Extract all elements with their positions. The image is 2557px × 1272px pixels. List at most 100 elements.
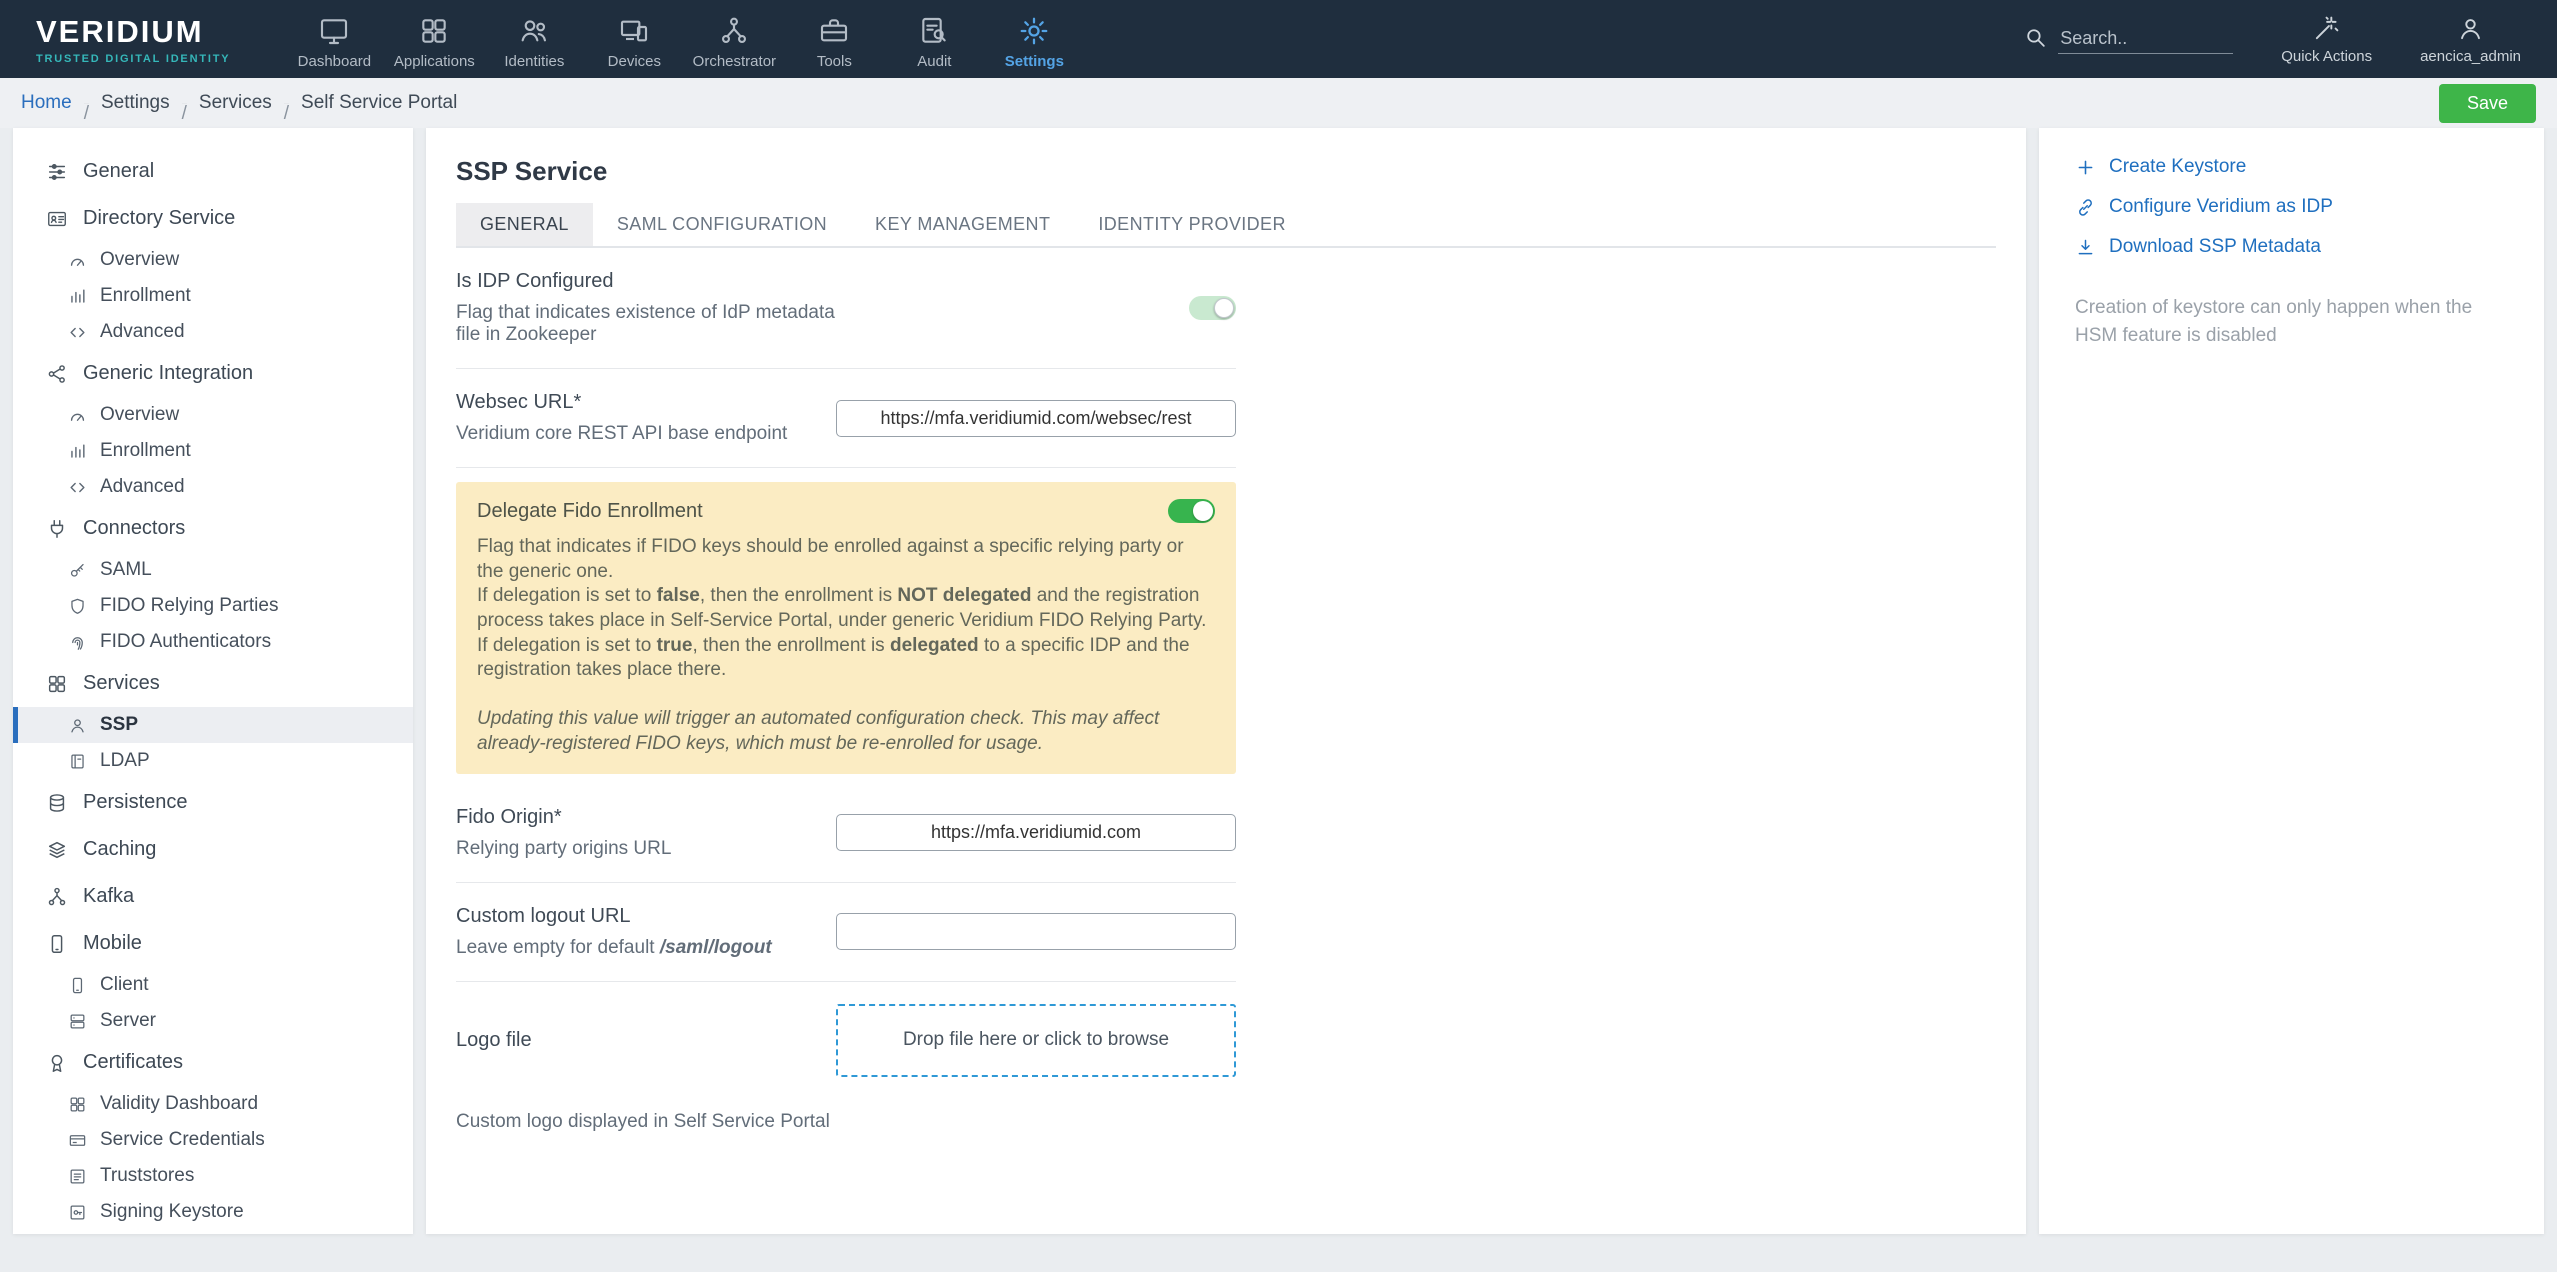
quick-actions-button[interactable]: Quick Actions: [2281, 14, 2372, 65]
sidebar-subitem-ds-advanced[interactable]: Advanced: [13, 314, 413, 350]
nav-applications[interactable]: Applications: [384, 9, 484, 70]
is-idp-configured-toggle[interactable]: [1189, 296, 1236, 320]
tab-general[interactable]: GENERAL: [456, 203, 593, 246]
delegate-fido-toggle[interactable]: [1168, 499, 1215, 523]
nav-tools[interactable]: Tools: [784, 9, 884, 70]
field-label: Is IDP Configured: [456, 270, 614, 292]
sidebar-item-services[interactable]: Services: [13, 660, 413, 707]
sidebar-label: Directory Service: [83, 207, 236, 229]
field-label: Fido Origin*: [456, 805, 562, 828]
phone-icon: [68, 976, 87, 995]
nav-label: Devices: [607, 52, 662, 70]
keystore-icon: [68, 1203, 87, 1222]
sidebar-subitem-gi-advanced[interactable]: Advanced: [13, 469, 413, 505]
sidebar-item-generic-integration[interactable]: Generic Integration: [13, 350, 413, 397]
divider: [456, 467, 1236, 468]
tab-key-management[interactable]: KEY MANAGEMENT: [851, 203, 1074, 246]
sidebar-subitem-server[interactable]: Server: [13, 1003, 413, 1039]
sidebar-item-caching[interactable]: Caching: [13, 826, 413, 873]
plus-icon: [2075, 157, 2096, 178]
breadcrumb: Home / Settings / Services / Self Servic…: [21, 92, 457, 124]
sidebar-subitem-service-credentials[interactable]: Service Credentials: [13, 1122, 413, 1158]
save-button[interactable]: Save: [2438, 83, 2536, 123]
sidebar-subitem-client[interactable]: Client: [13, 967, 413, 1003]
sidebar-label: Client: [100, 974, 149, 995]
field-is-idp-configured: Is IDP Configured Flag that indicates ex…: [456, 248, 1236, 368]
sidebar-subitem-validity-dashboard[interactable]: Validity Dashboard: [13, 1086, 413, 1122]
sidebar-subitem-signing-keystore[interactable]: Signing Keystore: [13, 1194, 413, 1230]
identities-icon: [518, 15, 550, 47]
nav-label: Dashboard: [297, 52, 372, 70]
custom-logout-url-input[interactable]: [836, 913, 1236, 950]
sidebar-item-general[interactable]: General: [13, 148, 413, 195]
fido-origin-input[interactable]: [836, 814, 1236, 851]
sidebar-item-connectors[interactable]: Connectors: [13, 505, 413, 552]
download-icon: [2075, 237, 2096, 258]
search-icon: [2023, 25, 2048, 50]
brand-logo[interactable]: VERIDIUM TRUSTED DIGITAL IDENTITY: [36, 14, 230, 65]
sidebar-label: Service Credentials: [100, 1129, 265, 1150]
action-label: Configure Veridium as IDP: [2109, 196, 2333, 217]
card-icon: [68, 1131, 87, 1150]
sidebar-subitem-fido-authenticators[interactable]: FIDO Authenticators: [13, 624, 413, 660]
nav-orchestrator[interactable]: Orchestrator: [684, 9, 784, 70]
action-label: Create Keystore: [2109, 156, 2247, 177]
share-nodes-icon: [46, 363, 68, 385]
sidebar-subitem-gi-overview[interactable]: Overview: [13, 397, 413, 433]
sidebar-label: Signing Keystore: [100, 1201, 244, 1222]
sidebar-subitem-configuration[interactable]: Configuration: [13, 1230, 413, 1234]
magic-wand-icon: [2312, 14, 2341, 43]
breadcrumb-services[interactable]: Services: [199, 92, 272, 114]
sidebar-label: SSP: [100, 714, 139, 735]
nav-settings[interactable]: Settings: [984, 9, 1084, 70]
sidebar-subitem-truststores[interactable]: Truststores: [13, 1158, 413, 1194]
sidebar-subitem-ds-overview[interactable]: Overview: [13, 242, 413, 278]
sidebar-subitem-gi-enrollment[interactable]: Enrollment: [13, 433, 413, 469]
topbar-right: Quick Actions aencica_admin: [2023, 14, 2521, 65]
breadcrumb-home[interactable]: Home: [21, 92, 72, 114]
sidebar-item-persistence[interactable]: Persistence: [13, 779, 413, 826]
user-menu[interactable]: aencica_admin: [2420, 14, 2521, 65]
sidebar-item-kafka[interactable]: Kafka: [13, 873, 413, 920]
grid-icon: [68, 1095, 87, 1114]
nav-dashboard[interactable]: Dashboard: [284, 9, 384, 70]
sidebar-subitem-ldap[interactable]: LDAP: [13, 743, 413, 779]
gear-icon: [1018, 15, 1050, 47]
sidebar-label: Caching: [83, 838, 157, 860]
tab-saml-configuration[interactable]: SAML CONFIGURATION: [593, 203, 851, 246]
websec-url-input[interactable]: [836, 399, 1236, 437]
sidebar-label: Persistence: [83, 791, 188, 813]
sidebar-item-certificates[interactable]: Certificates: [13, 1039, 413, 1086]
field-description: If delegation is set to false, then the …: [477, 585, 1207, 632]
network-icon: [46, 886, 68, 908]
breadcrumb-settings[interactable]: Settings: [101, 92, 170, 114]
download-ssp-metadata-link[interactable]: Download SSP Metadata: [2075, 236, 2508, 258]
create-keystore-link[interactable]: Create Keystore: [2075, 156, 2508, 178]
configure-veridium-as-idp-link[interactable]: Configure Veridium as IDP: [2075, 196, 2508, 218]
sidebar-subitem-saml[interactable]: SAML: [13, 552, 413, 588]
database-icon: [46, 792, 68, 814]
sidebar-subitem-ds-enrollment[interactable]: Enrollment: [13, 278, 413, 314]
sidebar-label: Advanced: [100, 476, 185, 497]
toggle-knob: [1193, 501, 1213, 521]
field-description: Veridium core REST API base endpoint: [456, 423, 788, 444]
tab-identity-provider[interactable]: IDENTITY PROVIDER: [1074, 203, 1310, 246]
gauge-icon: [68, 251, 87, 270]
nav-devices[interactable]: Devices: [584, 9, 684, 70]
nav-identities[interactable]: Identities: [484, 9, 584, 70]
book-icon: [68, 752, 87, 771]
main-panel: SSP Service GENERAL SAML CONFIGURATION K…: [426, 128, 2026, 1234]
nav-audit[interactable]: Audit: [884, 9, 984, 70]
sidebar-item-mobile[interactable]: Mobile: [13, 920, 413, 967]
sidebar-label: Mobile: [83, 932, 142, 954]
sidebar-subitem-ssp[interactable]: SSP: [13, 707, 413, 743]
sidebar-label: Overview: [100, 404, 180, 425]
sidebar-item-directory-service[interactable]: Directory Service: [13, 195, 413, 242]
search-input[interactable]: [2058, 24, 2234, 54]
breadcrumb-separator: /: [83, 102, 89, 124]
sidebar-label: Certificates: [83, 1051, 184, 1073]
logo-file-dropzone[interactable]: Drop file here or click to browse: [836, 1003, 1236, 1077]
sidebar-subitem-fido-relying-parties[interactable]: FIDO Relying Parties: [13, 588, 413, 624]
content-layout: General Directory Service Overview Enrol…: [0, 128, 2557, 1234]
topbar: VERIDIUM TRUSTED DIGITAL IDENTITY Dashbo…: [0, 0, 2557, 78]
